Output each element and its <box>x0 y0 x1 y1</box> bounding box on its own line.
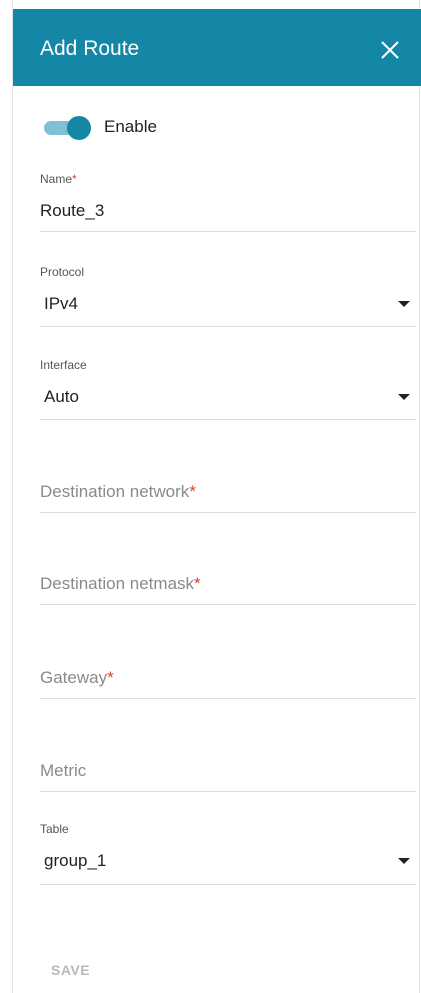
enable-label: Enable <box>104 117 157 136</box>
destination-netmask-field[interactable]: Destination netmask* <box>40 574 416 605</box>
enable-toggle[interactable] <box>44 116 91 140</box>
table-value: group_1 <box>44 851 107 870</box>
destination-netmask-placeholder: Destination netmask <box>40 574 195 593</box>
table-underline <box>40 884 416 885</box>
dialog-header: Add Route <box>13 9 421 86</box>
toggle-thumb <box>67 116 91 140</box>
interface-label: Interface <box>40 358 87 372</box>
chevron-down-icon[interactable] <box>398 394 410 400</box>
chevron-down-icon[interactable] <box>398 301 410 307</box>
protocol-select[interactable]: Protocol IPv4 <box>40 265 416 327</box>
required-mark: * <box>107 668 114 687</box>
destination-netmask-input[interactable]: Destination netmask* <box>40 574 416 594</box>
interface-value: Auto <box>44 387 79 406</box>
interface-select[interactable]: Interface Auto <box>40 358 416 420</box>
required-mark: * <box>194 574 201 593</box>
close-icon[interactable] <box>379 39 401 61</box>
protocol-value: IPv4 <box>44 294 79 313</box>
name-label: Name* <box>40 172 416 186</box>
add-route-dialog: Add Route Enable Name* Route_3 Protocol … <box>12 0 421 993</box>
dialog-title: Add Route <box>40 37 140 60</box>
name-label-text: Name <box>40 172 73 186</box>
destination-network-placeholder: Destination network <box>40 482 190 501</box>
destination-network-underline <box>40 512 416 513</box>
metric-input[interactable]: Metric <box>40 761 416 781</box>
required-mark: * <box>72 172 77 186</box>
name-underline <box>40 231 416 232</box>
metric-underline <box>40 791 416 792</box>
required-mark: * <box>189 482 196 501</box>
gateway-underline <box>40 698 416 699</box>
table-select[interactable]: Table group_1 <box>40 822 416 885</box>
destination-network-field[interactable]: Destination network* <box>40 482 416 513</box>
save-button[interactable]: SAVE <box>51 962 90 978</box>
destination-network-input[interactable]: Destination network* <box>40 482 416 502</box>
protocol-underline <box>40 326 416 327</box>
name-field[interactable]: Name* Route_3 <box>40 172 416 232</box>
destination-netmask-underline <box>40 604 416 605</box>
chevron-down-icon[interactable] <box>398 858 410 864</box>
protocol-label: Protocol <box>40 265 85 279</box>
gateway-field[interactable]: Gateway* <box>40 668 416 699</box>
gateway-input[interactable]: Gateway* <box>40 668 416 688</box>
gateway-placeholder: Gateway <box>40 668 108 687</box>
interface-underline <box>40 419 416 420</box>
table-label: Table <box>40 822 69 836</box>
name-input[interactable]: Route_3 <box>40 201 416 221</box>
metric-field[interactable]: Metric <box>40 761 416 792</box>
